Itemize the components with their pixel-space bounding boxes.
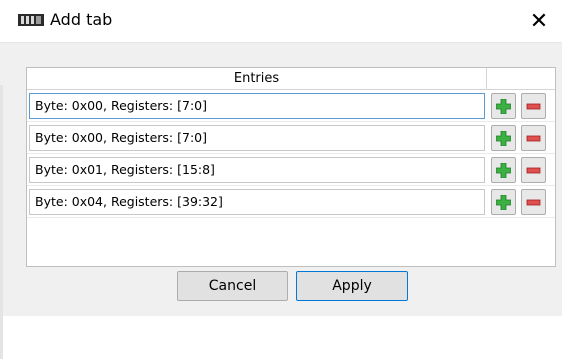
apply-button[interactable]: Apply [296,271,408,301]
plus-icon[interactable] [496,99,511,114]
remove-entry-button[interactable] [521,189,546,215]
minus-icon[interactable] [526,131,541,146]
remove-entry-button[interactable] [521,125,546,151]
minus-icon[interactable] [526,195,541,210]
table-row: Byte: 0x00, Registers: [7:0] [27,122,555,154]
add-entry-button[interactable] [491,93,516,119]
table-row: Byte: 0x01, Registers: [15:8] [27,154,555,186]
remove-entry-button[interactable] [521,157,546,183]
entry-field[interactable]: Byte: 0x00, Registers: [7:0] [29,93,485,119]
entries-table: Entries Byte: 0x00, Registers: [7:0] Byte… [26,67,556,267]
table-row: Byte: 0x00, Registers: [7:0] [27,90,555,122]
remove-entry-button[interactable] [521,93,546,119]
plus-icon[interactable] [496,131,511,146]
app-icon [18,14,44,26]
cancel-button[interactable]: Cancel [177,271,288,301]
dialog-body: Entries Byte: 0x00, Registers: [7:0] Byte… [0,42,562,359]
close-icon[interactable]: ✕ [530,9,548,34]
entry-field[interactable]: Byte: 0x00, Registers: [7:0] [29,125,485,151]
entry-field[interactable]: Byte: 0x01, Registers: [15:8] [29,157,485,183]
header-actions [487,68,555,89]
minus-icon[interactable] [526,163,541,178]
add-entry-button[interactable] [491,125,516,151]
title-bar: Add tab ✕ [0,0,562,42]
left-edge [0,85,3,359]
plus-icon[interactable] [496,163,511,178]
header-entries[interactable]: Entries [27,68,487,89]
window-title: Add tab [50,10,113,29]
table-row: Byte: 0x04, Registers: [39:32] [27,186,555,218]
table-header: Entries [27,68,555,90]
close-button[interactable]: ✕ [516,0,562,42]
add-entry-button[interactable] [491,157,516,183]
add-entry-button[interactable] [491,189,516,215]
entry-field[interactable]: Byte: 0x04, Registers: [39:32] [29,189,485,215]
plus-icon[interactable] [496,195,511,210]
minus-icon[interactable] [526,99,541,114]
